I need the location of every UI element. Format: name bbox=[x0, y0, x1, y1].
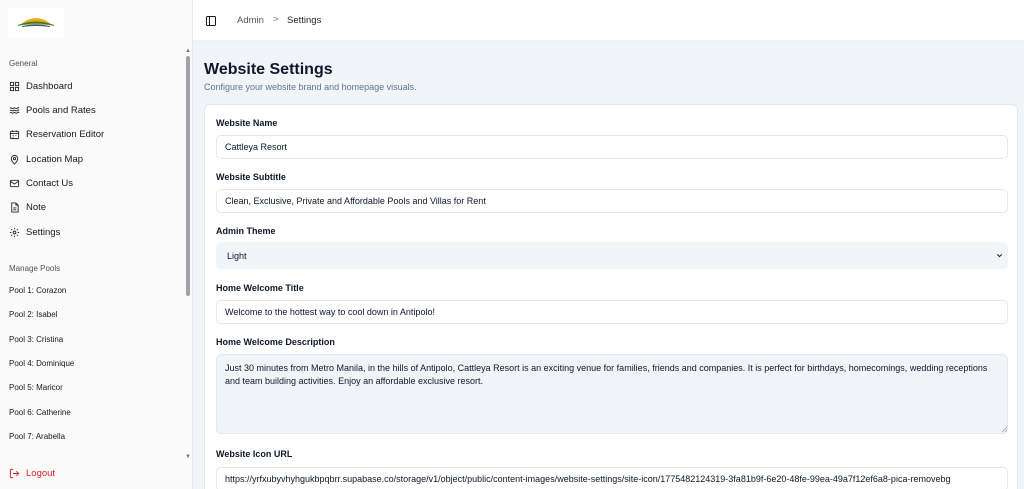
website-subtitle-input[interactable] bbox=[216, 189, 1008, 213]
logout-label: Logout bbox=[26, 468, 56, 479]
sidebar-item-label: Location Map bbox=[26, 153, 84, 165]
sidebar-nav: General Dashboard Pools and Rates Reserv… bbox=[0, 52, 184, 462]
website-name-input[interactable] bbox=[216, 135, 1008, 159]
sidebar-toggle-button[interactable] bbox=[205, 14, 217, 26]
logout-icon bbox=[9, 468, 20, 479]
admin-theme-value: Light bbox=[227, 250, 247, 261]
website-icon-url-label: Website Icon URL bbox=[216, 449, 293, 459]
sidebar-item-contact-us[interactable]: Contact Us bbox=[0, 173, 180, 193]
scroll-up-arrow-icon[interactable]: ▲ bbox=[185, 48, 191, 54]
sidebar-item-dashboard[interactable]: Dashboard bbox=[0, 76, 180, 96]
home-welcome-title-label: Home Welcome Title bbox=[216, 283, 304, 293]
sidebar-pool-4[interactable]: Pool 4: Dominique bbox=[9, 359, 74, 368]
panel-left-icon bbox=[206, 16, 216, 26]
website-icon-url-value: https://yrfxubyvhyhgukbpqbrr.supabase.co… bbox=[225, 474, 951, 484]
breadcrumb-current: Settings bbox=[287, 15, 322, 26]
grid-icon bbox=[9, 81, 20, 92]
page-title: Website Settings bbox=[204, 61, 333, 78]
sidebar: General Dashboard Pools and Rates Reserv… bbox=[0, 0, 193, 489]
sidebar-pool-6[interactable]: Pool 6: Catherine bbox=[9, 408, 71, 417]
calendar-icon bbox=[9, 129, 20, 140]
sidebar-item-label: Dashboard bbox=[26, 80, 73, 92]
waves-icon bbox=[9, 105, 20, 116]
sidebar-pool-1[interactable]: Pool 1: Corazon bbox=[9, 286, 66, 295]
sidebar-group-general: General bbox=[9, 59, 38, 68]
map-pin-icon bbox=[9, 154, 20, 165]
admin-theme-label: Admin Theme bbox=[216, 226, 276, 236]
sidebar-item-label: Pools and Rates bbox=[26, 104, 96, 116]
sidebar-group-manage-pools: Manage Pools bbox=[9, 264, 61, 273]
sidebar-item-settings[interactable]: Settings bbox=[0, 222, 180, 242]
resort-logo[interactable] bbox=[8, 8, 64, 38]
top-header: Admin > Settings bbox=[193, 0, 1024, 41]
gear-icon bbox=[9, 227, 20, 238]
sidebar-pool-3[interactable]: Pool 3: Cristina bbox=[9, 335, 63, 344]
sidebar-item-label: Reservation Editor bbox=[26, 128, 105, 140]
scroll-down-arrow-icon[interactable]: ▼ bbox=[185, 454, 191, 460]
admin-theme-select[interactable]: Light bbox=[216, 242, 1008, 269]
resize-grip-icon[interactable] bbox=[1001, 426, 1007, 432]
page-subtitle: Configure your website brand and homepag… bbox=[204, 82, 417, 92]
sidebar-item-note[interactable]: Note bbox=[0, 197, 180, 217]
breadcrumb-admin[interactable]: Admin bbox=[237, 15, 264, 26]
sidebar-pool-5[interactable]: Pool 5: Maricor bbox=[9, 383, 63, 392]
website-icon-url-input[interactable]: https://yrfxubyvhyhgukbpqbrr.supabase.co… bbox=[216, 467, 1008, 489]
home-welcome-title-input[interactable] bbox=[216, 300, 1008, 324]
website-subtitle-label: Website Subtitle bbox=[216, 172, 286, 182]
scrollbar-thumb[interactable] bbox=[186, 56, 190, 296]
chevron-down-icon bbox=[995, 251, 1004, 260]
website-name-label: Website Name bbox=[216, 118, 278, 128]
sidebar-item-label: Note bbox=[26, 201, 47, 213]
sidebar-pool-7[interactable]: Pool 7: Arabella bbox=[9, 432, 65, 441]
sidebar-item-label: Settings bbox=[26, 226, 61, 238]
home-welcome-description-label: Home Welcome Description bbox=[216, 337, 335, 347]
breadcrumb-separator: > bbox=[273, 14, 279, 25]
sidebar-item-location-map[interactable]: Location Map bbox=[0, 149, 180, 169]
mail-icon bbox=[9, 178, 20, 189]
sidebar-pool-2[interactable]: Pool 2: Isabel bbox=[9, 310, 57, 319]
sidebar-item-label: Contact Us bbox=[26, 177, 73, 189]
home-welcome-description-textarea[interactable]: Just 30 minutes from Metro Manila, in th… bbox=[216, 354, 1008, 434]
sidebar-scrollbar[interactable]: ▲ ▼ bbox=[184, 46, 192, 462]
logout-button[interactable]: Logout bbox=[9, 468, 55, 479]
sidebar-item-pools-and-rates[interactable]: Pools and Rates bbox=[0, 100, 180, 120]
file-icon bbox=[9, 201, 20, 213]
settings-card: Website Name Website Subtitle Admin Them… bbox=[204, 104, 1018, 489]
sidebar-item-reservation-editor[interactable]: Reservation Editor bbox=[0, 124, 180, 144]
main-content: Website Settings Configure your website … bbox=[193, 41, 1024, 489]
